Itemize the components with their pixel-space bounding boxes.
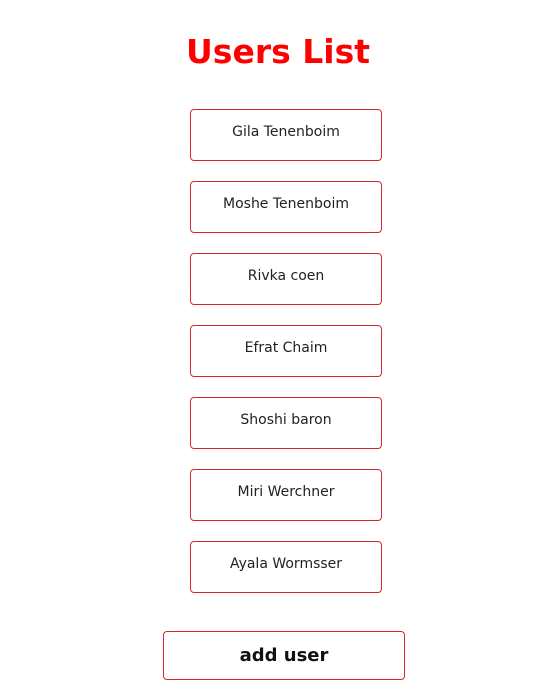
user-card[interactable]: Shoshi baron [190, 397, 382, 449]
add-user-button[interactable]: add user [163, 631, 405, 680]
user-name: Ayala Wormsser [229, 556, 343, 572]
user-name: Moshe Tenenboim [223, 196, 349, 212]
user-name: Efrat Chaim [244, 340, 328, 356]
user-card[interactable]: Moshe Tenenboim [190, 181, 382, 233]
user-name: Rivka coen [247, 268, 325, 284]
page-title: Users List [186, 32, 370, 71]
user-name: Shoshi baron [240, 412, 332, 428]
user-card[interactable]: Gila Tenenboim [190, 109, 382, 161]
user-name: Gila Tenenboim [232, 124, 340, 140]
user-card[interactable]: Rivka coen [190, 253, 382, 305]
user-card[interactable]: Miri Werchner [190, 469, 382, 521]
user-name: Miri Werchner [237, 484, 335, 500]
users-list: Gila Tenenboim Moshe Tenenboim Rivka coe… [190, 109, 382, 613]
user-card[interactable]: Efrat Chaim [190, 325, 382, 377]
user-card[interactable]: Ayala Wormsser [190, 541, 382, 593]
